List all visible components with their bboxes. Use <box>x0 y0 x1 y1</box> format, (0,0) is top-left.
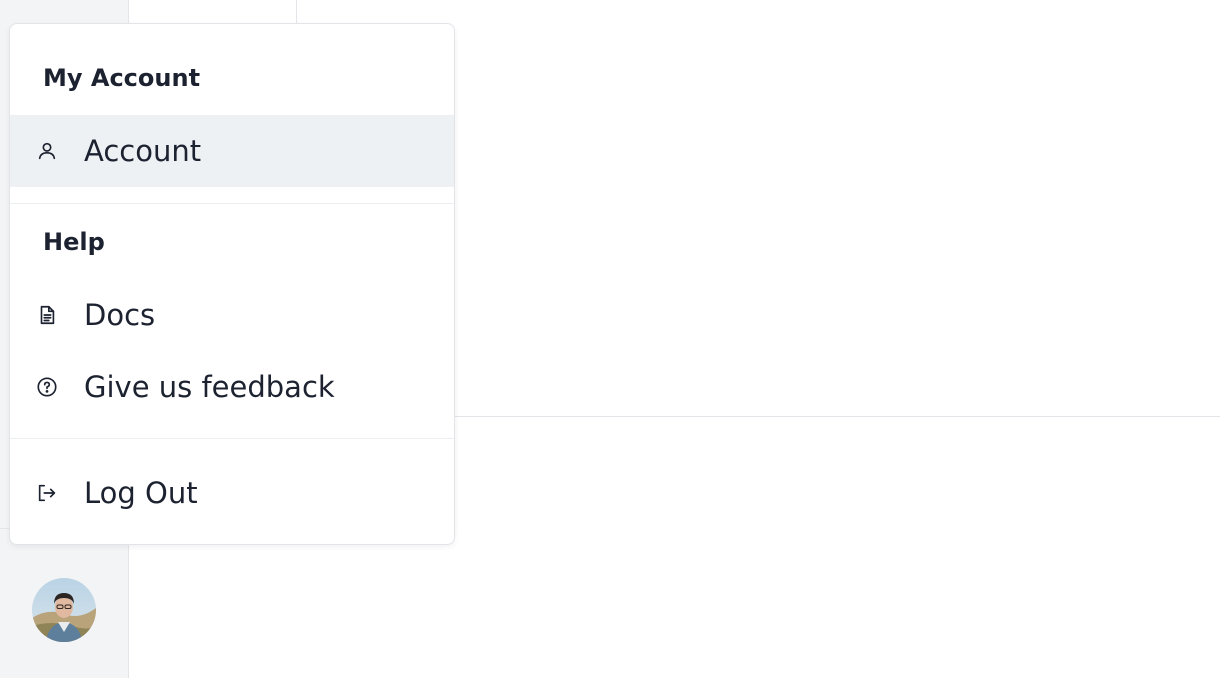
my-account-heading: My Account <box>43 64 201 92</box>
document-icon <box>35 303 59 327</box>
question-circle-icon <box>35 375 59 399</box>
user-avatar[interactable] <box>32 578 96 642</box>
menu-item-docs[interactable]: Docs <box>10 280 454 350</box>
help-heading: Help <box>43 228 105 256</box>
account-dropdown-menu: My Account Account Help Docs Give us fee… <box>9 23 455 545</box>
menu-item-label: Give us feedback <box>84 370 335 404</box>
logout-icon <box>35 481 59 505</box>
menu-item-feedback[interactable]: Give us feedback <box>10 352 454 422</box>
content-divider <box>455 416 1220 417</box>
menu-item-account[interactable]: Account <box>10 115 454 187</box>
menu-divider <box>10 203 454 204</box>
menu-item-logout[interactable]: Log Out <box>10 458 454 528</box>
menu-item-label: Docs <box>84 298 156 332</box>
user-icon <box>35 139 59 163</box>
menu-divider <box>10 438 454 439</box>
avatar-photo-icon <box>32 578 96 642</box>
menu-item-label: Log Out <box>84 476 198 510</box>
menu-item-label: Account <box>84 134 202 168</box>
